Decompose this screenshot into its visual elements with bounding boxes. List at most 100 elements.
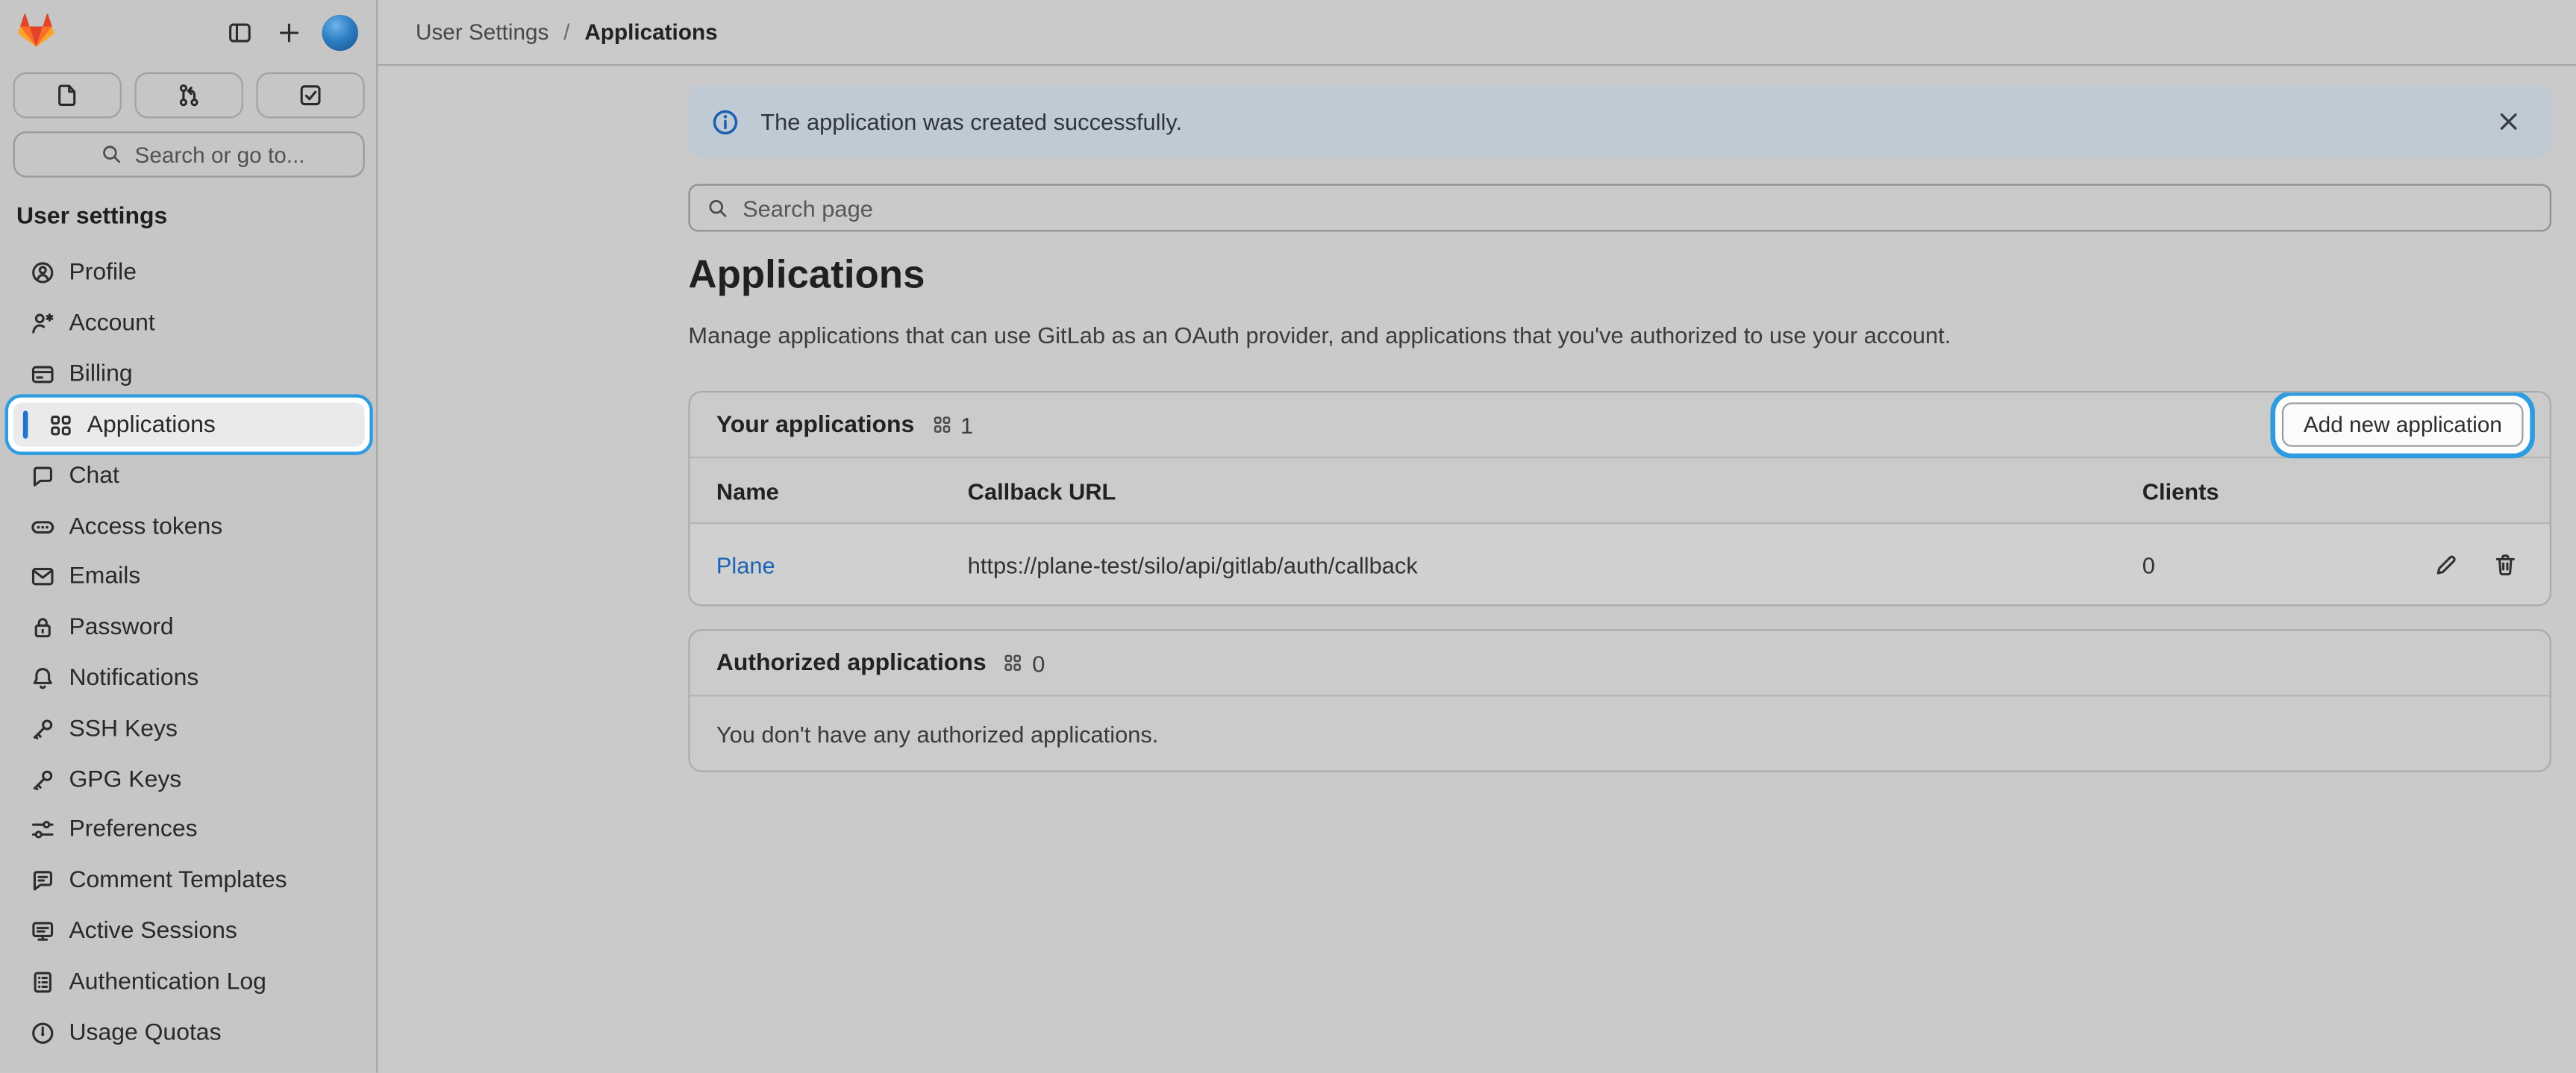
global-search-input[interactable]: Search or go to...	[13, 131, 365, 178]
bell-icon	[30, 666, 56, 692]
sidebar-item-label: Comment Templates	[69, 868, 287, 894]
col-callback-url: Callback URL	[968, 478, 2142, 504]
sidebar-item-notifications[interactable]: Notifications	[0, 653, 378, 704]
sidebar-item-account[interactable]: Account	[0, 298, 378, 349]
sidebar-item-usage-quotas[interactable]: Usage Quotas	[0, 1007, 378, 1058]
user-avatar[interactable]	[322, 15, 357, 51]
page-search-input[interactable]: Search page	[688, 184, 2551, 232]
sidebar-item-authentication-log[interactable]: Authentication Log	[0, 957, 378, 1007]
sidebar-item-label: Authentication Log	[69, 969, 266, 995]
application-row: Plane https://plane-test/silo/api/gitlab…	[690, 524, 2550, 604]
authorized-applications-card: Authorized applications 0 You don't have…	[688, 629, 2551, 772]
sidebar-item-preferences[interactable]: Preferences	[0, 805, 378, 856]
your-applications-card: Your applications 1 Add new application …	[688, 391, 2551, 606]
authorized-applications-count-value: 0	[1032, 650, 1045, 676]
alert-close-button[interactable]	[2489, 101, 2528, 141]
col-clients: Clients	[2142, 478, 2356, 504]
your-applications-header: Your applications 1 Add new application	[690, 392, 2550, 458]
application-name-link[interactable]: Plane	[716, 551, 775, 578]
application-callback-url: https://plane-test/silo/api/gitlab/auth/…	[968, 551, 2142, 578]
sidebar-item-label: Preferences	[69, 817, 197, 843]
your-applications-count: 1	[931, 411, 973, 437]
gitlab-logo-icon[interactable]	[18, 13, 54, 49]
sidebar-item-billing[interactable]: Billing	[0, 349, 378, 400]
grid-icon	[931, 414, 952, 436]
issues-icon	[54, 82, 81, 108]
gauge-icon	[30, 1019, 56, 1045]
monitor-icon	[30, 919, 56, 945]
sidebar-item-label: Applications	[87, 412, 216, 438]
delete-application-button[interactable]	[2487, 546, 2523, 582]
issues-button[interactable]	[13, 72, 122, 119]
key-icon	[30, 716, 56, 742]
breadcrumb-separator: /	[563, 19, 569, 44]
user-icon	[30, 260, 56, 287]
credit-card-icon	[30, 361, 56, 387]
sidebar: Search or go to... User settings Profile…	[0, 0, 378, 1073]
active-item-highlight: Applications	[13, 403, 365, 447]
authorized-applications-count: 0	[1003, 650, 1045, 676]
search-icon	[707, 196, 730, 219]
sidebar-item-applications[interactable]: Applications	[5, 395, 373, 455]
sidebar-item-label: GPG Keys	[69, 766, 181, 792]
log-icon	[30, 969, 56, 995]
breadcrumb-applications: Applications	[584, 19, 717, 44]
pencil-icon	[2433, 551, 2459, 578]
your-applications-count-value: 1	[960, 411, 973, 437]
close-icon	[2495, 108, 2522, 134]
sidebar-item-label: Password	[69, 615, 173, 641]
plus-icon	[276, 19, 302, 46]
create-new-button[interactable]	[272, 16, 305, 49]
applications-table-header: Name Callback URL Clients	[690, 458, 2550, 524]
merge-request-icon	[176, 82, 202, 108]
comment-lines-icon	[30, 868, 56, 894]
col-name: Name	[716, 478, 968, 504]
merge-requests-button[interactable]	[135, 72, 243, 119]
grid-icon	[48, 412, 74, 438]
sidebar-item-label: Notifications	[69, 666, 198, 692]
authorized-applications-title: Authorized applications	[716, 650, 987, 676]
sidebar-item-ssh-keys[interactable]: SSH Keys	[0, 704, 378, 754]
todo-list-button[interactable]	[256, 72, 364, 119]
search-icon	[100, 143, 123, 166]
lock-icon	[30, 615, 56, 641]
sidebar-toggle-button[interactable]	[223, 16, 256, 49]
page-search-placeholder: Search page	[743, 195, 873, 221]
grid-icon	[1003, 652, 1025, 674]
sidebar-section-title: User settings	[16, 204, 167, 230]
mail-icon	[30, 564, 56, 590]
sidebar-item-label: Emails	[69, 564, 140, 590]
edit-application-button[interactable]	[2428, 546, 2464, 582]
key-icon	[30, 766, 56, 792]
page-description: Manage applications that can use GitLab …	[688, 322, 1951, 348]
authorized-applications-header: Authorized applications 0	[690, 631, 2550, 696]
success-alert: The application was created successfully…	[688, 85, 2551, 157]
sidebar-brand-row	[0, 0, 378, 66]
alert-text: The application was created successfully…	[760, 108, 1182, 134]
application-clients-count: 0	[2142, 551, 2356, 578]
sliders-icon	[30, 817, 56, 843]
sidebar-item-label: Usage Quotas	[69, 1019, 221, 1045]
sidebar-shortcut-buttons	[13, 72, 365, 119]
applications-table-body: Plane https://plane-test/silo/api/gitlab…	[690, 524, 2550, 604]
page-title: Applications	[688, 253, 925, 299]
token-icon	[30, 513, 56, 539]
sidebar-item-label: Billing	[69, 361, 132, 387]
sidebar-item-label: Account	[69, 310, 154, 337]
breadcrumb-user-settings[interactable]: User Settings	[416, 19, 548, 44]
sidebar-item-chat[interactable]: Chat	[0, 451, 378, 501]
sidebar-item-password[interactable]: Password	[0, 602, 378, 653]
global-search-placeholder: Search or go to...	[135, 142, 305, 166]
sidebar-item-profile[interactable]: Profile	[0, 248, 378, 298]
sidebar-item-access-tokens[interactable]: Access tokens	[0, 501, 378, 552]
sidebar-item-active-sessions[interactable]: Active Sessions	[0, 906, 378, 957]
add-new-application-button[interactable]: Add new application	[2282, 402, 2523, 446]
sidebar-item-label: Profile	[69, 260, 137, 287]
application-row-actions	[2356, 546, 2524, 582]
information-circle-icon	[711, 107, 739, 135]
sidebar-item-comment-templates[interactable]: Comment Templates	[0, 855, 378, 906]
gitlab-app: Search or go to... User settings Profile…	[0, 0, 2576, 1073]
sidebar-item-emails[interactable]: Emails	[0, 552, 378, 603]
sidebar-item-label: Chat	[69, 463, 119, 489]
sidebar-item-gpg-keys[interactable]: GPG Keys	[0, 754, 378, 805]
